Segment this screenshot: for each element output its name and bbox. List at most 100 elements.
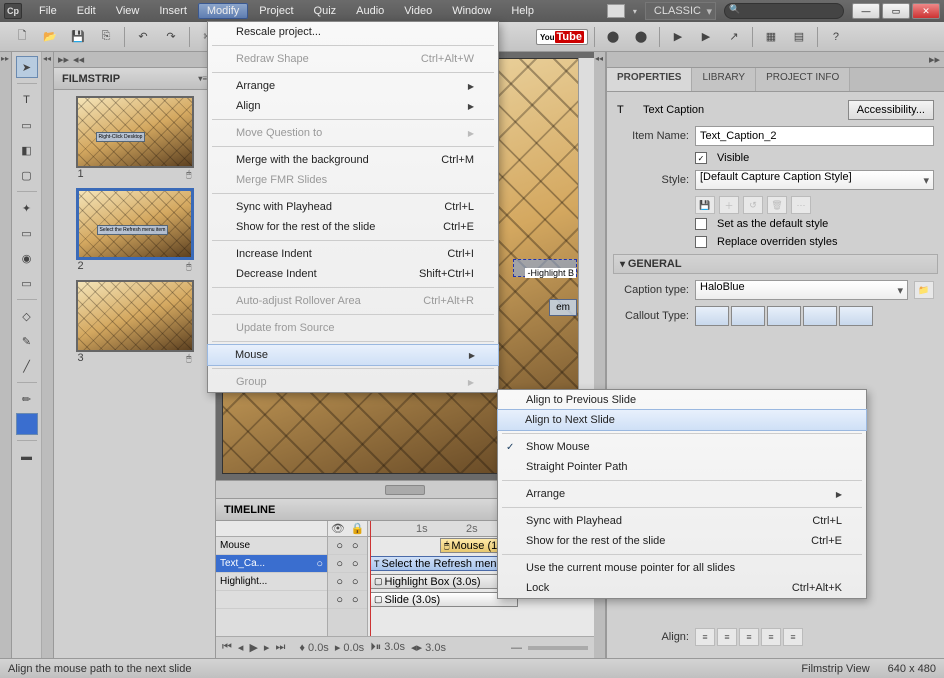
slide-thumbnail[interactable]: Select the Refresh menu item2🖱	[76, 188, 194, 276]
pencil-tool-icon[interactable]: ✏	[16, 388, 38, 410]
menuitem-align[interactable]: Align▶	[208, 96, 498, 116]
record2-icon[interactable]: ⬤	[629, 26, 653, 48]
line-tool-icon[interactable]: ╱	[16, 355, 38, 377]
rollover-tool-icon[interactable]: ◧	[16, 139, 38, 161]
track-lock-dot[interactable]: ○	[352, 594, 359, 606]
menuitem-arrange[interactable]: Arrange▶	[208, 76, 498, 96]
timeline-row-name[interactable]: Highlight...	[216, 573, 327, 591]
new-icon[interactable]: 🗋	[10, 26, 34, 48]
canvas-caption[interactable]: em	[549, 299, 577, 316]
align-icon[interactable]: ≡	[783, 628, 803, 646]
menu-project[interactable]: Project	[250, 3, 302, 19]
snap-icon[interactable]: ▤	[787, 26, 811, 48]
close-button[interactable]: ✕	[912, 3, 940, 19]
step-fwd-icon[interactable]: ▸	[264, 641, 270, 654]
style-manager-icon[interactable]: ⋯	[791, 196, 811, 214]
wand-tool-icon[interactable]: ✦	[16, 197, 38, 219]
menu-edit[interactable]: Edit	[68, 3, 105, 19]
style-dropdown[interactable]: [Default Capture Caption Style]	[695, 170, 934, 190]
maximize-button[interactable]: ▭	[882, 3, 910, 19]
record-icon[interactable]: ⬤	[601, 26, 625, 48]
submenuitem-lock[interactable]: LockCtrl+Alt+K	[498, 578, 866, 598]
submenuitem-sync-with-playhead[interactable]: Sync with PlayheadCtrl+L	[498, 511, 866, 531]
menuitem-show-for-the-rest-of-the-slide[interactable]: Show for the rest of the slideCtrl+E	[208, 217, 498, 237]
accessibility-button[interactable]: Accessibility...	[848, 100, 934, 120]
filmstrip-collapse-strip[interactable]: ◂◂	[42, 52, 54, 658]
submenuitem-show-mouse[interactable]: ✓Show Mouse	[498, 437, 866, 457]
input-tool-icon[interactable]: ▭	[16, 272, 38, 294]
publish-icon[interactable]: ↗	[722, 26, 746, 48]
menu-modify[interactable]: Modify	[198, 3, 248, 19]
panel-menu-icon[interactable]: ▾≡	[198, 74, 207, 83]
menuitem-mouse[interactable]: Mouse▶	[207, 344, 499, 366]
callout-swatch[interactable]	[803, 306, 837, 326]
shape-tool-icon[interactable]: ◇	[16, 305, 38, 327]
minimize-button[interactable]: —	[852, 3, 880, 19]
menuitem-rescale-project-[interactable]: Rescale project...	[208, 22, 498, 42]
align-icon[interactable]: ≡	[695, 628, 715, 646]
save-all-icon[interactable]: ⎘	[94, 26, 118, 48]
track-vis-dot[interactable]: ○	[336, 594, 343, 606]
tab-properties[interactable]: PROPERTIES	[607, 68, 692, 91]
visible-checkbox[interactable]: ✓	[695, 152, 707, 164]
track-vis-dot[interactable]: ○	[336, 558, 343, 570]
browse-caption-icon[interactable]: 📁	[914, 281, 934, 299]
replace-override-checkbox[interactable]	[695, 236, 707, 248]
new-style-icon[interactable]: ＋	[719, 196, 739, 214]
button-tool-icon[interactable]: ▭	[16, 222, 38, 244]
youtube-button[interactable]: YouTube	[536, 29, 588, 45]
align-icon[interactable]: ≡	[761, 628, 781, 646]
undo-icon[interactable]: ↶	[131, 26, 155, 48]
click-tool-icon[interactable]: ◉	[16, 247, 38, 269]
step-back-icon[interactable]: ◂	[238, 641, 244, 654]
menu-audio[interactable]: Audio	[347, 3, 393, 19]
menuitem-merge-with-the-background[interactable]: Merge with the backgroundCtrl+M	[208, 150, 498, 170]
delete-style-icon[interactable]: 🗑	[767, 196, 787, 214]
track-lock-dot[interactable]: ○	[352, 540, 359, 552]
zoom-slider[interactable]	[528, 646, 588, 650]
menu-window[interactable]: Window	[443, 3, 500, 19]
menu-view[interactable]: View	[107, 3, 149, 19]
submenuitem-show-for-the-rest-of-the-slide[interactable]: Show for the rest of the slideCtrl+E	[498, 531, 866, 551]
slide-thumbnail[interactable]: Right-Click Desktop1🖱	[76, 96, 194, 184]
general-section-header[interactable]: ▾ GENERAL	[613, 254, 938, 274]
timeline-row-name[interactable]	[216, 591, 327, 609]
open-icon[interactable]: 📂	[38, 26, 62, 48]
selection-tool-icon[interactable]: ➤	[16, 56, 38, 78]
timeline-row-name[interactable]: Text_Ca... ○	[216, 555, 327, 573]
left-collapse-strip[interactable]: ▸▸	[0, 52, 12, 658]
slide-thumbnail[interactable]: 3🖱	[76, 280, 194, 368]
eye-icon[interactable]: 👁	[331, 522, 345, 535]
slide-clip[interactable]: ▢ Slide (3.0s)	[370, 592, 518, 607]
fill-icon[interactable]: ▬	[16, 446, 38, 468]
menu-insert[interactable]: Insert	[150, 3, 196, 19]
track-vis-dot[interactable]: ○	[336, 540, 343, 552]
callout-swatch[interactable]	[731, 306, 765, 326]
submenuitem-align-to-next-slide[interactable]: Align to Next Slide	[497, 409, 867, 431]
search-input[interactable]	[724, 3, 844, 19]
help-icon[interactable]: ?	[824, 26, 848, 48]
submenuitem-arrange[interactable]: Arrange▶	[498, 484, 866, 504]
draw-tool-icon[interactable]: ✎	[16, 330, 38, 352]
tab-library[interactable]: LIBRARY	[692, 68, 756, 91]
submenuitem-use-the-current-mouse-pointer-for-all-slides[interactable]: Use the current mouse pointer for all sl…	[498, 558, 866, 578]
submenuitem-align-to-previous-slide[interactable]: Align to Previous Slide	[498, 390, 866, 410]
tab-project-info[interactable]: PROJECT INFO	[756, 68, 850, 91]
text-tool-icon[interactable]: T	[16, 89, 38, 111]
lock-icon[interactable]: 🔒	[350, 522, 364, 535]
playhead[interactable]	[370, 521, 371, 636]
menu-quiz[interactable]: Quiz	[305, 3, 346, 19]
highlight-box-object[interactable]: -Highlight B	[513, 259, 577, 277]
align-icon[interactable]: ≡	[739, 628, 759, 646]
highlight-clip[interactable]: ▢ Highlight Box (3.0s)	[370, 574, 518, 589]
submenuitem-straight-pointer-path[interactable]: Straight Pointer Path	[498, 457, 866, 477]
track-lock-dot[interactable]: ○	[352, 558, 359, 570]
text-caption-clip[interactable]: T Select the Refresh menu ite...	[370, 556, 518, 571]
goto-start-icon[interactable]: ⏮	[222, 641, 232, 654]
menu-file[interactable]: File	[30, 3, 66, 19]
grid-icon[interactable]: ▦	[759, 26, 783, 48]
reset-style-icon[interactable]: ↺	[743, 196, 763, 214]
mail-icon[interactable]	[607, 4, 625, 18]
callout-swatch[interactable]	[767, 306, 801, 326]
track-lock-dot[interactable]: ○	[352, 576, 359, 588]
